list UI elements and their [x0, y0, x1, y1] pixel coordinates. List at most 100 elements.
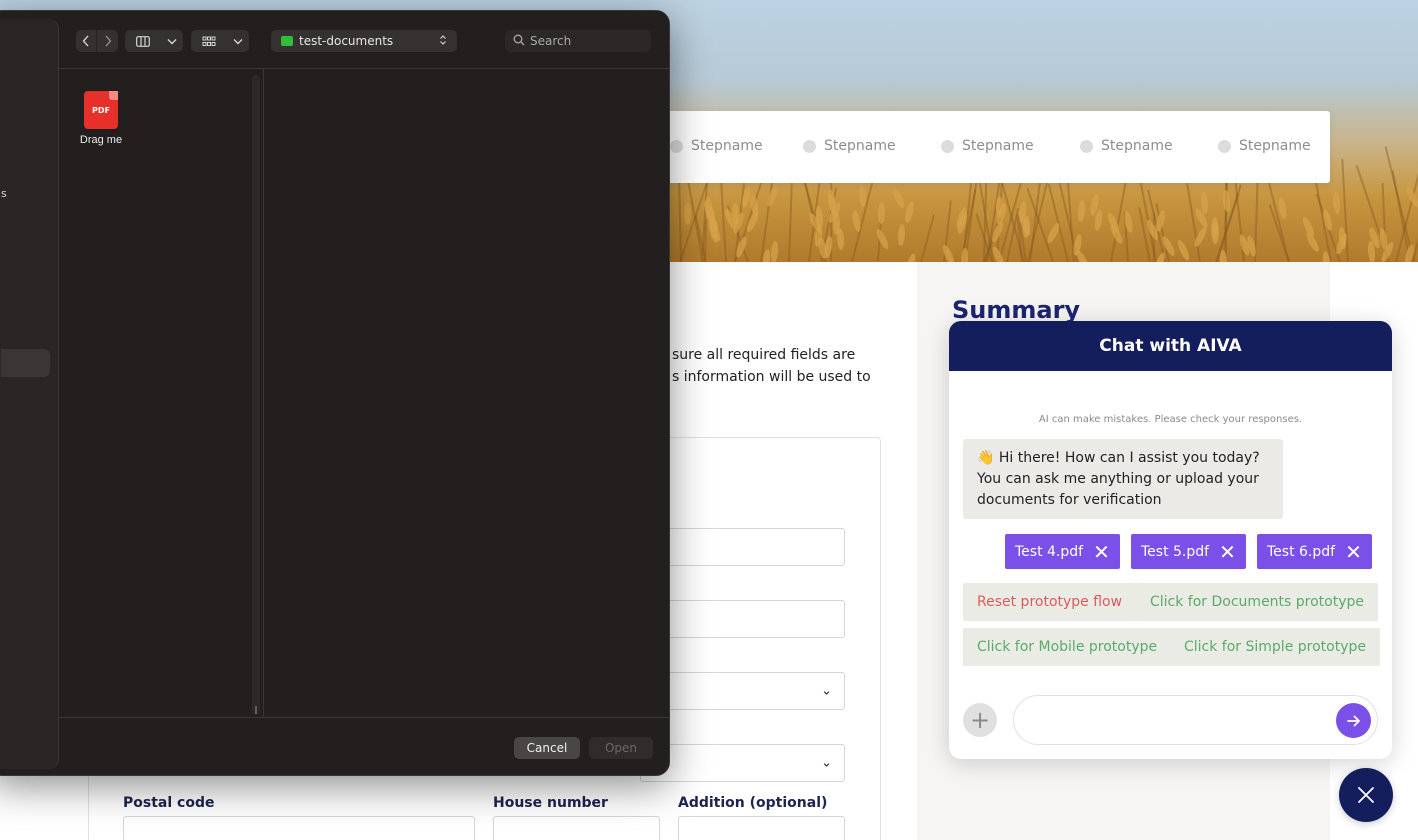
chevron-down-icon: ⌄	[821, 683, 832, 699]
chevron-down-icon	[227, 30, 249, 52]
step-label: Stepname	[1239, 138, 1311, 154]
chat-widget: Chat with AIVA AI can make mistakes. Ple…	[949, 321, 1392, 759]
stepper: Stepname Stepname Stepname Stepname Step…	[600, 111, 1330, 183]
house-number-input[interactable]	[493, 816, 660, 840]
wheat-stalk	[678, 177, 683, 262]
summary-title: Summary	[952, 296, 1081, 324]
step-label: Stepname	[824, 138, 896, 154]
addition-label: Addition (optional)	[678, 795, 828, 811]
wheat-grain	[874, 227, 891, 251]
wheat-grain	[731, 202, 740, 225]
step-5[interactable]: Stepname	[1218, 138, 1311, 154]
file-open-dialog: s test-documents Search ‖ PDF Drag me Ca…	[0, 10, 670, 776]
select-field[interactable]: ⌄	[640, 744, 845, 782]
wheat-grain	[1211, 221, 1220, 245]
wheat-grain	[877, 201, 886, 225]
grid-icon	[191, 30, 227, 52]
chevron-right-icon[interactable]	[97, 30, 118, 52]
postal-code-label: Postal code	[123, 795, 215, 811]
wheat-grain	[903, 252, 918, 262]
text-field[interactable]	[640, 600, 845, 638]
step-dot	[803, 139, 816, 153]
select-field[interactable]: ⌄	[640, 672, 845, 710]
house-number-label: House number	[493, 795, 608, 811]
postal-code-input[interactable]	[123, 816, 475, 840]
step-dot	[1080, 139, 1093, 153]
view-mode-button[interactable]	[125, 30, 183, 52]
search-field[interactable]: Search	[505, 30, 651, 52]
wheat-grain	[835, 227, 845, 251]
finder-sidebar: s	[0, 19, 59, 769]
step-dot	[670, 139, 683, 153]
wheat-grain	[1077, 199, 1087, 223]
intro-line: s information will be used to	[672, 369, 871, 385]
step-4[interactable]: Stepname	[1080, 138, 1173, 154]
chevron-down-icon: ⌄	[821, 755, 832, 771]
file-item[interactable]: PDF Drag me	[75, 91, 127, 146]
wheat-grain	[770, 240, 779, 262]
attachment-chip: Test 6.pdf ✕	[1257, 534, 1372, 569]
step-2[interactable]: Stepname	[803, 138, 896, 154]
step-3[interactable]: Stepname	[941, 138, 1034, 154]
attachment-chip: Test 4.pdf ✕	[1005, 534, 1120, 569]
wheat-grain	[1332, 192, 1342, 215]
addition-input[interactable]	[678, 816, 845, 840]
sidebar-item-selected[interactable]	[1, 349, 50, 377]
wheat-grain	[850, 209, 862, 233]
wheat-grain	[903, 200, 916, 224]
footer-divider	[59, 717, 669, 718]
step-label: Stepname	[691, 138, 763, 154]
close-icon[interactable]: ✕	[1345, 542, 1362, 562]
wheat-grain	[857, 184, 867, 208]
ai-disclaimer: AI can make mistakes. Please check your …	[1038, 414, 1303, 425]
chevron-left-icon[interactable]	[76, 30, 97, 52]
wheat-grain	[683, 202, 691, 225]
attachment-name: Test 4.pdf	[1015, 543, 1084, 560]
text-field[interactable]	[640, 528, 845, 566]
search-icon	[513, 34, 525, 49]
updown-chevron-icon	[439, 34, 447, 49]
group-button[interactable]	[191, 30, 249, 52]
wheat-grain	[890, 186, 907, 210]
column-scrollbar[interactable]	[252, 75, 260, 715]
file-name: Drag me	[79, 134, 123, 146]
reset-prototype-button[interactable]: Reset prototype flow	[963, 583, 1137, 621]
search-placeholder: Search	[530, 34, 572, 48]
wheat-stalk	[787, 171, 793, 262]
pdf-file-icon: PDF	[84, 91, 118, 129]
column-view-icon	[125, 30, 161, 52]
pdf-badge: PDF	[92, 105, 110, 115]
wheat-grain	[765, 184, 780, 208]
step-dot	[941, 139, 954, 153]
intro-line: sure all required fields are	[672, 347, 856, 363]
documents-prototype-button[interactable]: Click for Documents prototype	[1136, 583, 1379, 621]
folder-icon	[281, 36, 293, 46]
step-label: Stepname	[1101, 138, 1173, 154]
attachment-name: Test 6.pdf	[1267, 543, 1336, 560]
close-icon[interactable]	[1339, 768, 1393, 822]
step-dot	[1218, 139, 1231, 153]
mobile-prototype-button[interactable]: Click for Mobile prototype	[963, 628, 1172, 666]
attachment-name: Test 5.pdf	[1141, 543, 1210, 560]
browser-column	[59, 69, 264, 717]
close-icon[interactable]: ✕	[1219, 542, 1236, 562]
open-button[interactable]: Open	[589, 737, 653, 759]
chat-title: Chat with AIVA	[949, 321, 1392, 371]
step-label: Stepname	[962, 138, 1034, 154]
wheat-grain	[1221, 189, 1232, 212]
message-input[interactable]	[1013, 695, 1378, 745]
simple-prototype-button[interactable]: Click for Simple prototype	[1170, 628, 1380, 666]
chevron-down-icon	[161, 30, 183, 52]
column-resize-handle[interactable]: ‖	[254, 705, 258, 714]
wheat-grain	[897, 223, 907, 247]
sidebar-item-label[interactable]: s	[1, 187, 7, 200]
plus-icon[interactable]: +	[963, 703, 997, 737]
location-select[interactable]: test-documents	[271, 30, 457, 52]
cancel-button[interactable]: Cancel	[514, 737, 580, 759]
arrow-right-icon[interactable]	[1336, 703, 1371, 738]
intro-text: sure all required fields are s informati…	[672, 344, 912, 388]
nav-buttons	[76, 30, 118, 52]
step-1[interactable]: Stepname	[670, 138, 763, 154]
location-label: test-documents	[299, 34, 394, 48]
close-icon[interactable]: ✕	[1093, 542, 1110, 562]
